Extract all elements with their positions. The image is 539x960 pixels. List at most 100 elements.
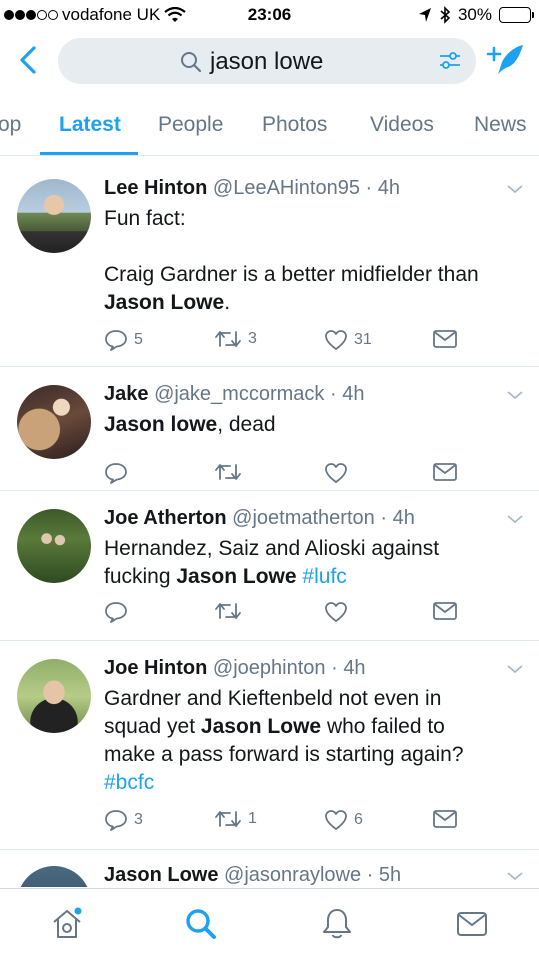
tweet-header: Lee Hinton @LeeAHinton95 · 4h <box>104 177 400 200</box>
messages-icon[interactable] <box>455 907 489 941</box>
avatar[interactable] <box>17 866 91 887</box>
tweet[interactable]: Jason Lowe @jasonraylowe · 5h <box>0 850 539 887</box>
separator: · <box>366 864 374 886</box>
hashtag-link[interactable]: #bcfc <box>104 771 154 794</box>
active-tab-indicator <box>40 152 138 155</box>
bottom-nav <box>0 888 539 960</box>
notifications-icon[interactable] <box>320 907 354 941</box>
tweet-fragment: fucking <box>104 565 177 588</box>
user-name[interactable]: Joe Hinton <box>104 657 207 679</box>
like-button[interactable] <box>324 601 348 623</box>
user-name[interactable]: Jake <box>104 383 149 405</box>
retweet-icon <box>215 464 241 480</box>
tweet-time: 4h <box>342 383 365 405</box>
tweet[interactable]: Joe Hinton @joephinton · 4h Gardner and … <box>0 641 539 850</box>
tweet-line: Hernandez, Saiz and Alioski against <box>104 537 440 560</box>
search-query: jason lowe <box>210 48 324 75</box>
tab-top[interactable]: op <box>0 113 21 137</box>
hashtag-link[interactable]: #lufc <box>302 565 346 588</box>
reply-icon <box>105 810 127 831</box>
tweet-feed[interactable]: Lee Hinton @LeeAHinton95 · 4h Fun fact: … <box>0 157 539 887</box>
tab-photos[interactable]: Photos <box>262 113 327 137</box>
dm-button[interactable] <box>432 601 458 621</box>
reply-count: 5 <box>134 331 143 348</box>
chevron-down-icon[interactable] <box>506 513 524 525</box>
dm-button[interactable] <box>432 329 458 349</box>
dm-icon <box>433 810 457 828</box>
status-bar: vodafone UK 23:06 30% <box>0 0 539 32</box>
retweet-icon <box>215 603 241 619</box>
back-icon[interactable] <box>14 44 44 76</box>
retweet-button[interactable]: 3 <box>214 329 257 349</box>
tweet-fragment: squad yet <box>104 715 201 738</box>
explore-icon[interactable] <box>184 907 218 941</box>
dm-button[interactable] <box>432 462 458 482</box>
dm-button[interactable] <box>432 809 458 829</box>
tweet-header: Jason Lowe @jasonraylowe · 5h <box>104 864 401 887</box>
retweet-button[interactable] <box>214 462 242 482</box>
keyword-highlight: Jason Lowe <box>176 565 297 588</box>
reply-button[interactable]: 5 <box>104 329 143 351</box>
avatar[interactable] <box>17 659 91 733</box>
battery-percent: 30% <box>457 5 492 24</box>
chevron-down-icon[interactable] <box>506 183 524 195</box>
tab-latest[interactable]: Latest <box>59 113 121 137</box>
avatar[interactable] <box>17 385 91 459</box>
user-handle: @jake_mccormack <box>154 383 325 405</box>
dm-icon <box>433 330 457 348</box>
search-icon <box>181 52 202 73</box>
user-name[interactable]: Jason Lowe <box>104 864 218 886</box>
like-button[interactable]: 31 <box>324 329 372 351</box>
reply-icon <box>105 330 127 351</box>
chevron-down-icon[interactable] <box>506 389 524 401</box>
bluetooth-icon <box>440 6 451 24</box>
tweet-actions: 3 1 6 <box>104 809 524 835</box>
tab-people[interactable]: People <box>158 113 223 137</box>
avatar[interactable] <box>17 509 91 583</box>
user-name[interactable]: Lee Hinton <box>104 177 207 199</box>
like-button[interactable] <box>324 462 348 484</box>
tweet-fragment: , dead <box>217 413 276 436</box>
reply-button[interactable] <box>104 462 128 484</box>
retweet-button[interactable]: 1 <box>214 809 257 829</box>
tweet-actions <box>104 462 524 488</box>
separator: · <box>365 177 373 199</box>
tweet[interactable]: Joe Atherton @joetmatherton · 4h Hernand… <box>0 491 539 641</box>
tweet-text: Hernandez, Saiz and Alioski against fuck… <box>104 535 524 591</box>
separator: · <box>331 657 338 679</box>
dm-icon <box>433 463 457 481</box>
tweet[interactable]: Lee Hinton @LeeAHinton95 · 4h Fun fact: … <box>0 157 539 367</box>
avatar[interactable] <box>17 179 91 253</box>
user-handle: @joephinton <box>212 657 326 679</box>
keyword-highlight: Jason Lowe <box>104 291 225 314</box>
home-icon[interactable] <box>50 907 84 941</box>
chevron-down-icon[interactable] <box>506 870 524 882</box>
tweet-line: Fun fact: <box>104 207 186 230</box>
user-name[interactable]: Joe Atherton <box>104 507 227 529</box>
compose-icon[interactable] <box>486 42 526 78</box>
retweet-icon <box>215 811 241 827</box>
tweet-time: 5h <box>378 864 402 886</box>
tweet-time: 4h <box>392 507 415 529</box>
dm-icon <box>433 602 457 620</box>
filter-icon[interactable] <box>438 50 462 72</box>
retweet-button[interactable] <box>214 601 242 621</box>
tweet-line: Gardner and Kieftenbeld not even in <box>104 687 442 710</box>
chevron-down-icon[interactable] <box>506 663 524 675</box>
tweet-line: make a pass forward is starting again? <box>104 743 464 766</box>
tab-videos[interactable]: Videos <box>370 113 434 137</box>
tab-news[interactable]: News <box>474 113 527 137</box>
tweet-text: Jason lowe, dead <box>104 411 524 439</box>
retweet-count: 3 <box>248 330 257 347</box>
search-input[interactable]: jason lowe <box>58 38 476 84</box>
tweet[interactable]: Jake @jake_mccormack · 4h Jason lowe, de… <box>0 367 539 491</box>
like-button[interactable]: 6 <box>324 809 363 831</box>
like-icon <box>325 602 347 622</box>
tweet-line: Jason Lowe. <box>104 289 524 317</box>
reply-icon <box>105 602 127 623</box>
tweet-time: 4h <box>343 657 366 679</box>
retweet-icon <box>215 331 241 347</box>
reply-button[interactable] <box>104 601 128 623</box>
reply-button[interactable]: 3 <box>104 809 143 831</box>
tweet-line: fucking Jason Lowe #lufc <box>104 563 524 591</box>
